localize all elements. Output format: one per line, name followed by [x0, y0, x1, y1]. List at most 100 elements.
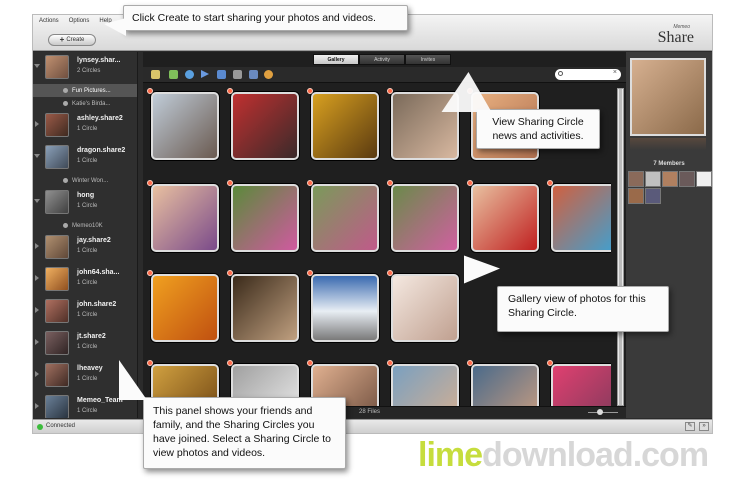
- panel-callout-tail: [119, 360, 147, 400]
- expand-arrow-icon[interactable]: [34, 199, 40, 203]
- friend-name: hong: [77, 192, 95, 199]
- slideshow-icon[interactable]: [151, 70, 160, 79]
- menu-options[interactable]: Options: [69, 18, 90, 24]
- circle-item[interactable]: Katie's Birda...: [33, 97, 137, 110]
- circle-item[interactable]: Memeo10K: [33, 219, 137, 232]
- play-icon[interactable]: [201, 70, 209, 78]
- tab-gallery[interactable]: Gallery: [313, 54, 359, 65]
- expand-arrow-icon[interactable]: [35, 275, 39, 281]
- friend-item[interactable]: jt.share2 1 Circle: [33, 328, 137, 360]
- zoom-slider[interactable]: [583, 409, 623, 415]
- friend-item[interactable]: john64.sha... 1 Circle: [33, 264, 137, 296]
- photo-thumbnail[interactable]: [311, 274, 379, 342]
- new-photo-star-icon: [547, 360, 553, 366]
- avatar: [45, 113, 69, 137]
- gallery-scrollbar[interactable]: [617, 88, 624, 406]
- members-label: 7 Members: [653, 161, 685, 167]
- photo-thumbnail[interactable]: [151, 184, 219, 252]
- menu-actions[interactable]: Actions: [39, 18, 59, 24]
- gallery-callout: Gallery view of photos for this Sharing …: [497, 286, 669, 332]
- friend-item[interactable]: lynsey.shar... 2 Circles: [33, 52, 137, 84]
- photo-thumbnail[interactable]: [471, 364, 539, 406]
- upload-icon[interactable]: [233, 70, 242, 79]
- circle-item[interactable]: Fun Pictures...: [33, 84, 137, 97]
- friend-circle-count: 2 Circles: [77, 68, 101, 74]
- friend-item[interactable]: hong 1 Circle: [33, 187, 137, 219]
- panel-callout-text: This panel shows your friends and family…: [153, 405, 332, 459]
- friend-item[interactable]: dragon.share2 1 Circle: [33, 142, 137, 174]
- new-photo-star-icon: [547, 180, 553, 186]
- avatar: [45, 363, 69, 387]
- new-photo-star-icon: [387, 270, 393, 276]
- photo-thumbnail[interactable]: [551, 364, 611, 406]
- photo-thumbnail[interactable]: [151, 274, 219, 342]
- expand-arrow-icon[interactable]: [35, 339, 39, 345]
- friend-circle-count: 1 Circle: [77, 248, 98, 254]
- photo-thumbnail[interactable]: [231, 184, 299, 252]
- circle-item[interactable]: Winter Won...: [33, 174, 137, 187]
- avatar: [45, 190, 69, 214]
- circle-name: Katie's Birda...: [72, 100, 111, 107]
- member-avatar[interactable]: [645, 188, 661, 204]
- comment-icon[interactable]: [185, 70, 194, 79]
- members-icon[interactable]: [264, 70, 273, 79]
- expand-panel-icon[interactable]: »: [699, 422, 709, 431]
- photo-thumbnail[interactable]: [151, 92, 219, 160]
- friend-circle-count: 1 Circle: [77, 203, 98, 209]
- member-avatar[interactable]: [645, 171, 661, 187]
- watermark: limedownload.com: [418, 436, 709, 475]
- circle-preview-image: [630, 58, 706, 136]
- expand-arrow-icon[interactable]: [35, 307, 39, 313]
- member-avatar[interactable]: [628, 171, 644, 187]
- view-tabs: Gallery Activity Invites: [313, 54, 451, 65]
- tab-invites[interactable]: Invites: [405, 54, 451, 65]
- download-icon[interactable]: [217, 70, 226, 79]
- photo-thumbnail[interactable]: [391, 184, 459, 252]
- expand-arrow-icon[interactable]: [35, 121, 39, 127]
- photo-thumbnail[interactable]: [231, 92, 299, 160]
- expand-arrow-icon[interactable]: [35, 403, 39, 409]
- friend-item[interactable]: john.share2 1 Circle: [33, 296, 137, 328]
- avatar: [45, 331, 69, 355]
- search-input[interactable]: ×: [555, 69, 621, 80]
- member-avatar[interactable]: [696, 171, 712, 187]
- expand-arrow-icon[interactable]: [35, 371, 39, 377]
- friend-name: john.share2: [77, 301, 117, 308]
- add-photo-icon[interactable]: [169, 70, 178, 79]
- friend-name: jt.share2: [77, 333, 106, 340]
- friend-circle-count: 1 Circle: [77, 126, 98, 132]
- activity-callout-text: View Sharing Circle news and activities.: [492, 116, 584, 142]
- photo-thumbnail[interactable]: [311, 184, 379, 252]
- circle-name: Memeo10K: [72, 222, 103, 229]
- clear-search-icon[interactable]: ×: [613, 69, 617, 76]
- share-icon[interactable]: [249, 70, 258, 79]
- expand-arrow-icon[interactable]: [34, 154, 40, 158]
- expand-arrow-icon[interactable]: [35, 243, 39, 249]
- friend-circle-count: 1 Circle: [77, 312, 98, 318]
- friend-item[interactable]: jay.share2 1 Circle: [33, 232, 137, 264]
- member-avatar[interactable]: [662, 171, 678, 187]
- circle-icon: [63, 223, 68, 228]
- friend-item[interactable]: ashley.share2 1 Circle: [33, 110, 137, 142]
- scrollbar-thumb[interactable]: [619, 89, 622, 405]
- zoom-knob[interactable]: [597, 409, 603, 415]
- plus-icon: +: [59, 35, 65, 44]
- photo-thumbnail[interactable]: [471, 184, 539, 252]
- watermark-domain: download.com: [482, 436, 709, 474]
- connection-status-icon: [37, 424, 43, 430]
- photo-thumbnail[interactable]: [551, 184, 611, 252]
- photo-thumbnail[interactable]: [311, 92, 379, 160]
- avatar: [45, 235, 69, 259]
- member-avatar[interactable]: [679, 171, 695, 187]
- photo-thumbnail[interactable]: [391, 274, 459, 342]
- create-button[interactable]: + Create: [48, 34, 96, 46]
- edit-icon[interactable]: ✎: [685, 422, 695, 431]
- panel-callout: This panel shows your friends and family…: [143, 397, 346, 469]
- new-photo-star-icon: [307, 88, 313, 94]
- circle-info-panel: 7 Members: [626, 52, 712, 418]
- member-avatar[interactable]: [628, 188, 644, 204]
- expand-arrow-icon[interactable]: [34, 64, 40, 68]
- tab-activity[interactable]: Activity: [359, 54, 405, 65]
- photo-thumbnail[interactable]: [231, 274, 299, 342]
- photo-thumbnail[interactable]: [391, 364, 459, 406]
